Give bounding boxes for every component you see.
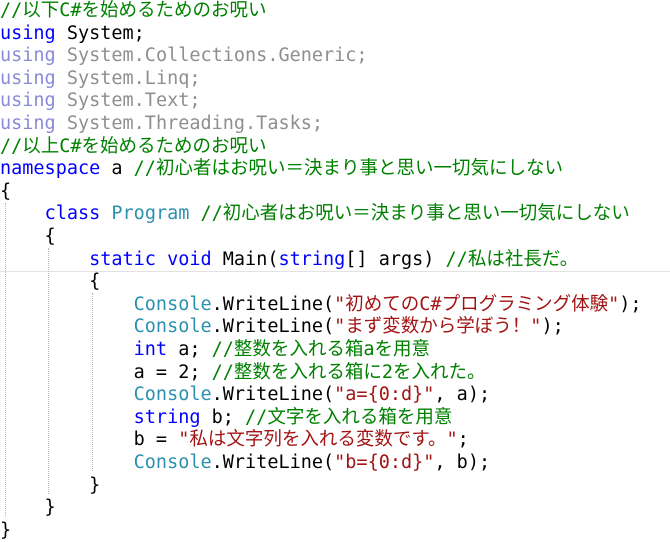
code-token: //私は社長だ。: [445, 248, 579, 270]
code-line[interactable]: using System.Linq;: [0, 68, 670, 91]
code-token: using: [0, 22, 56, 44]
code-token: //文字を入れる箱を用意: [245, 406, 453, 428]
code-token: );: [619, 293, 642, 315]
code-token: a = 2;: [0, 361, 212, 383]
code-line[interactable]: //以上C#を始めるためのお呪い: [0, 136, 670, 159]
code-token: Console: [133, 384, 212, 406]
code-line[interactable]: Console.WriteLine("a={0:d}", a);: [0, 384, 670, 407]
code-line[interactable]: }: [0, 475, 670, 498]
code-line[interactable]: a = 2; //整数を入れる箱に2を入れた。: [0, 362, 670, 385]
code-line[interactable]: b = "私は文字列を入れる変数です。";: [0, 429, 670, 452]
code-line[interactable]: string b; //文字を入れる箱を用意: [0, 407, 670, 430]
code-line[interactable]: class Program //初心者はお呪い＝決まり事と思い一切気にしない: [0, 203, 670, 226]
code-token: //以下C#を始めるためのお呪い: [0, 0, 267, 21]
code-token: }: [0, 497, 56, 519]
code-token: }: [0, 474, 101, 496]
code-line[interactable]: {: [0, 271, 670, 294]
code-line[interactable]: Console.WriteLine("まず変数から学ぼう！");: [0, 316, 670, 339]
code-editor[interactable]: //以下C#を始めるためのお呪い using System; using Syste…: [0, 0, 670, 542]
code-token: //初心者はお呪い＝決まり事と思い一切気にしない: [200, 203, 630, 225]
code-line[interactable]: int a; //整数を入れる箱aを用意: [0, 339, 670, 362]
code-token: using: [0, 113, 56, 134]
code-token: .WriteLine(: [211, 384, 335, 406]
code-line[interactable]: Console.WriteLine("初めてのC#プログラミング体験");: [0, 294, 670, 317]
code-token: {: [0, 180, 12, 202]
code-line[interactable]: }: [0, 520, 670, 542]
code-token: namespace: [0, 158, 101, 180]
code-token: System.Threading.Tasks;: [55, 113, 324, 134]
code-token: System;: [55, 22, 145, 44]
code-token: System.Text;: [55, 90, 201, 112]
code-token: //初心者はお呪い＝決まり事と思い一切気にしない: [133, 158, 563, 180]
code-line[interactable]: }: [0, 497, 670, 520]
code-token: {: [0, 271, 101, 293]
code-token: //以上C#を始めるためのお呪い: [0, 135, 267, 157]
code-token: //整数を入れる箱aを用意: [211, 339, 431, 360]
code-token: System.Linq;: [55, 67, 201, 89]
code-token: a;: [167, 339, 212, 360]
code-token: );: [541, 316, 564, 338]
code-token: {: [0, 226, 56, 247]
code-token: Console: [133, 452, 212, 473]
code-token: ;: [457, 429, 469, 451]
code-token: //整数を入れる箱に2を入れた。: [211, 361, 486, 383]
code-token: }: [0, 519, 12, 541]
code-token: class: [44, 203, 101, 225]
code-token: "私は文字列を入れる変数です。": [178, 429, 458, 451]
code-token: , a);: [434, 384, 491, 406]
code-line[interactable]: namespace a //初心者はお呪い＝決まり事と思い一切気にしない: [0, 158, 670, 181]
code-token: .WriteLine(: [211, 452, 335, 473]
code-token: .WriteLine(: [211, 316, 335, 338]
code-token: [] args): [345, 248, 446, 270]
code-token: .WriteLine(: [211, 293, 335, 315]
code-token: "初めてのC#プログラミング体験": [334, 293, 620, 315]
code-line[interactable]: {: [0, 226, 670, 249]
code-line[interactable]: Console.WriteLine("b={0:d}", b);: [0, 452, 670, 475]
code-token: using: [0, 45, 56, 67]
code-line[interactable]: using System.Threading.Tasks;: [0, 113, 670, 136]
code-token: System.Collections.Generic;: [55, 45, 368, 67]
code-line[interactable]: {: [0, 181, 670, 204]
code-token: Console: [133, 293, 212, 315]
code-token: Console: [133, 316, 212, 338]
code-token: using: [0, 67, 56, 89]
code-line[interactable]: static void Main(string[] args) //私は社長だ。: [0, 249, 670, 272]
code-line[interactable]: using System;: [0, 23, 670, 46]
code-token: b;: [200, 406, 246, 428]
code-token: , b);: [434, 452, 491, 473]
code-line[interactable]: using System.Collections.Generic;: [0, 45, 670, 68]
code-token: int: [133, 339, 168, 360]
code-token: a: [100, 158, 134, 180]
code-token: void: [167, 248, 212, 270]
code-token: "b={0:d}": [334, 452, 435, 473]
code-token: static: [89, 248, 156, 270]
code-token: string: [133, 406, 201, 428]
code-token: Program: [111, 203, 190, 225]
code-token: b =: [0, 429, 179, 451]
code-token: using: [0, 90, 56, 112]
code-token: "まず変数から学ぼう！": [334, 316, 542, 338]
code-token: Main(: [211, 248, 279, 270]
code-token: "a={0:d}": [334, 384, 435, 406]
code-line[interactable]: using System.Text;: [0, 90, 670, 113]
code-token: string: [278, 248, 346, 270]
code-line[interactable]: //以下C#を始めるためのお呪い: [0, 0, 670, 23]
